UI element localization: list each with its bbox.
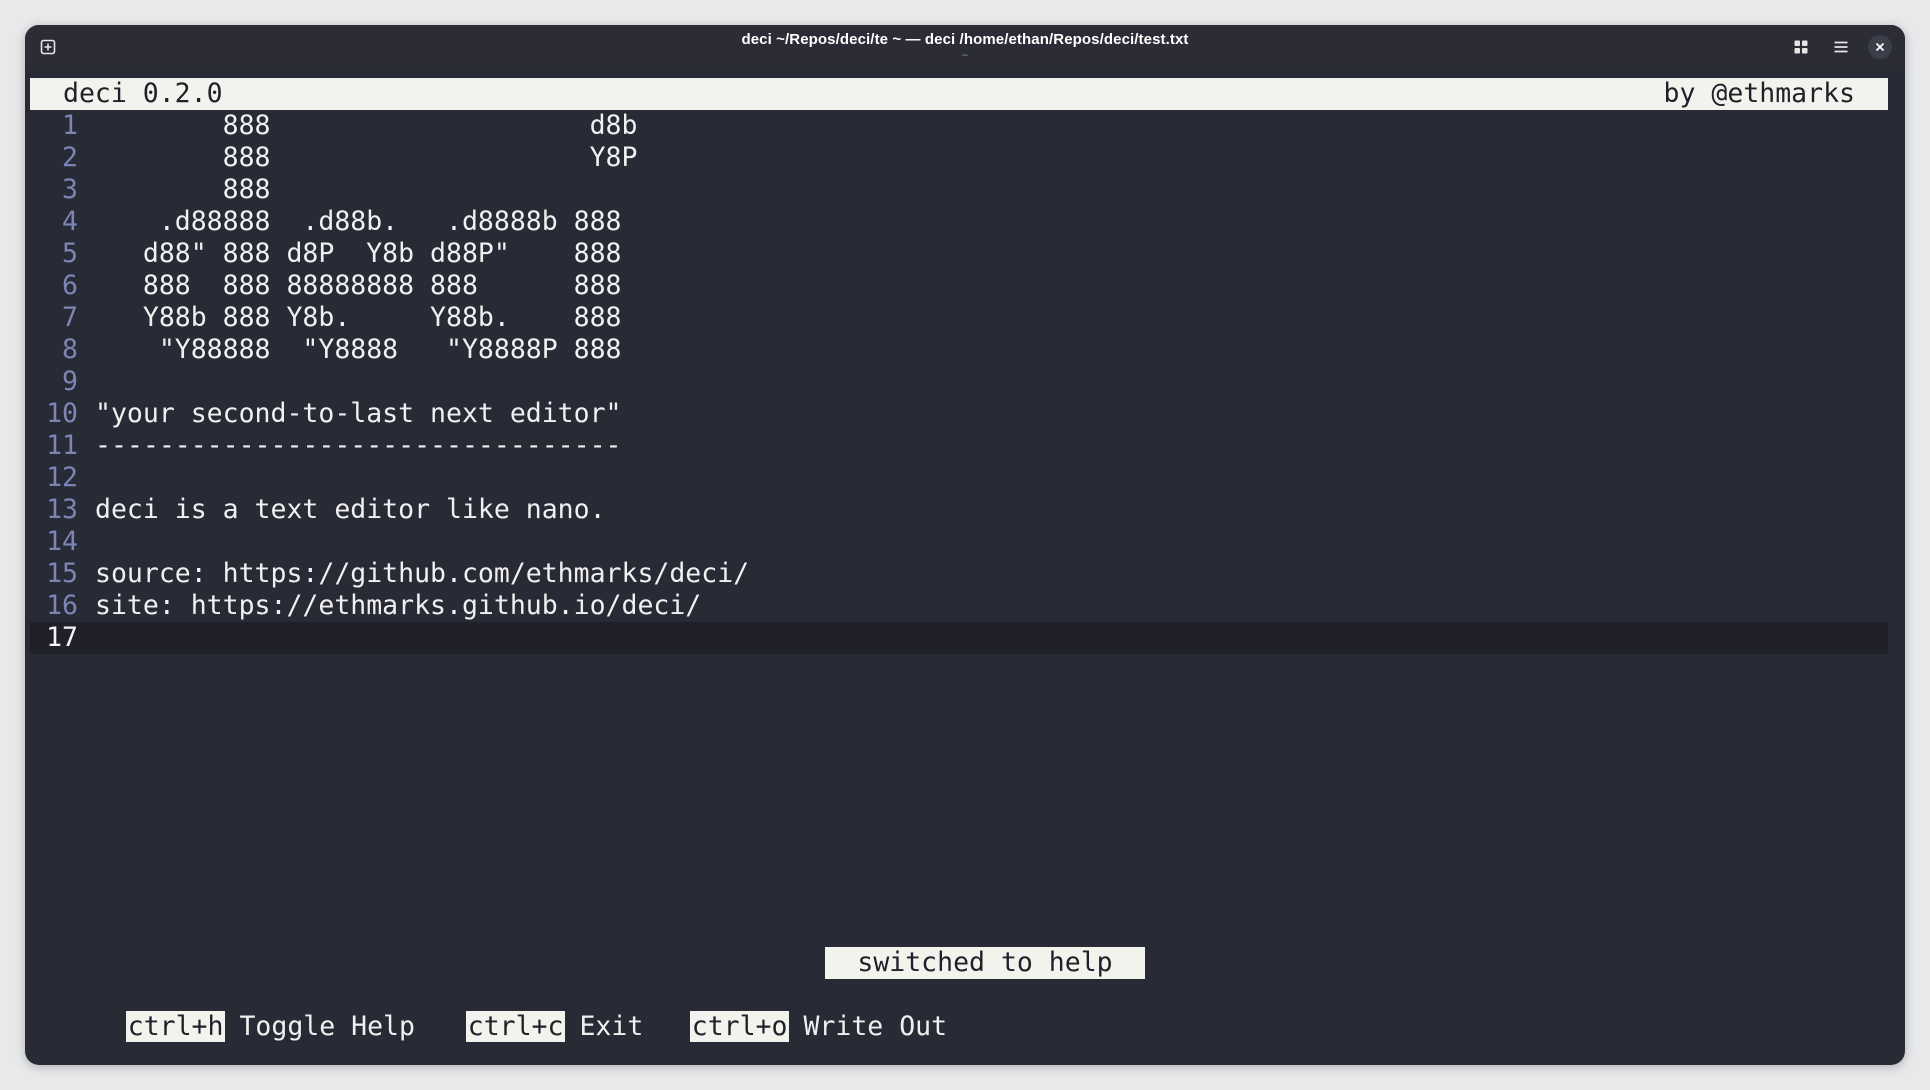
line-text[interactable]: 888 Y8P — [95, 142, 638, 174]
line-number: 14 — [46, 526, 78, 557]
editor-line[interactable]: 15 source: https://github.com/ethmarks/de… — [30, 558, 1888, 590]
editor-line[interactable]: 11 --------------------------------- — [30, 430, 1888, 462]
line-number: 16 — [46, 590, 78, 621]
shortcut-bar: ctrl+h Toggle Help ctrl+c Exit ctrl+o Write… — [30, 979, 947, 1042]
editor-header: deci 0.2.0 by @ethmarks — [30, 78, 1888, 110]
editor-line[interactable]: 1 888 d8b — [30, 110, 1888, 142]
line-text[interactable]: --------------------------------- — [95, 430, 622, 462]
line-text[interactable]: deci is a text editor like nano. — [95, 494, 606, 526]
editor-line[interactable]: 9 — [30, 366, 1888, 398]
line-text[interactable]: site: https://ethmarks.github.io/deci/ — [95, 590, 701, 622]
line-text[interactable]: "Y88888 "Y8888 "Y8888P 888 — [95, 334, 622, 366]
line-number: 12 — [46, 462, 78, 493]
line-number: 17 — [46, 622, 78, 653]
shortcut-help[interactable]: ctrl+h Toggle Help — [30, 979, 415, 1065]
editor-line[interactable]: 8 "Y88888 "Y8888 "Y8888P 888 — [30, 334, 1888, 366]
title-bar: deci ~/Repos/deci/te ~ — deci /home/etha… — [25, 25, 1905, 71]
line-number: 1 — [62, 110, 78, 141]
editor-line[interactable]: 16 site: https://ethmarks.github.io/deci/ — [30, 590, 1888, 622]
line-text[interactable]: "your second-to-last next editor" — [95, 398, 622, 430]
editor-line[interactable]: 4 .d88888 .d88b. .d8888b 888 — [30, 206, 1888, 238]
text-buffer[interactable]: 1 888 d8b 2 888 Y8P 3 888 4 .d88888 .d88b. … — [30, 110, 1888, 654]
line-number: 15 — [46, 558, 78, 589]
editor-line[interactable]: 5 d88" 888 d8P Y8b d88P" 888 — [30, 238, 1888, 270]
hamburger-menu-icon[interactable] — [1828, 34, 1854, 60]
line-text[interactable]: .d88888 .d88b. .d8888b 888 — [95, 206, 622, 238]
shortcut-key: ctrl+o — [689, 1011, 790, 1042]
editor-name: deci 0.2.0 — [63, 78, 223, 109]
shortcut-key: ctrl+c — [465, 1011, 566, 1042]
line-number: 13 — [46, 494, 78, 525]
status-message: switched to help — [825, 947, 1145, 979]
editor-line[interactable]: 17 — [30, 622, 1888, 654]
grid-icon[interactable] — [1788, 34, 1814, 60]
line-text[interactable]: source: https://github.com/ethmarks/deci… — [95, 558, 749, 590]
editor-line[interactable]: 2 888 Y8P — [30, 142, 1888, 174]
editor-line[interactable]: 6 888 888 88888888 888 888 — [30, 270, 1888, 302]
line-number: 6 — [62, 270, 78, 301]
line-text[interactable]: Y88b 888 Y8b. Y88b. 888 — [95, 302, 622, 334]
shortcut-label: Write Out — [803, 1011, 948, 1042]
line-text[interactable]: 888 — [95, 174, 271, 206]
close-icon[interactable] — [1868, 35, 1892, 59]
line-text[interactable]: 888 d8b — [95, 110, 638, 142]
line-number: 8 — [62, 334, 78, 365]
editor-line[interactable]: 12 — [30, 462, 1888, 494]
line-number: 9 — [62, 366, 78, 397]
line-text[interactable]: d88" 888 d8P Y8b d88P" 888 — [95, 238, 622, 270]
line-number: 2 — [62, 142, 78, 173]
editor-line[interactable]: 7 Y88b 888 Y8b. Y88b. 888 — [30, 302, 1888, 334]
editor-author: by @ethmarks — [1663, 78, 1855, 109]
line-number: 5 — [62, 238, 78, 269]
line-number: 10 — [46, 398, 78, 429]
window-subtitle: ~ — [961, 51, 969, 61]
editor-line[interactable]: 14 — [30, 526, 1888, 558]
window-title: deci ~/Repos/deci/te ~ — deci /home/etha… — [741, 31, 1189, 48]
line-number: 7 — [62, 302, 78, 333]
line-number: 4 — [62, 206, 78, 237]
line-text[interactable]: 888 888 88888888 888 888 — [95, 270, 622, 302]
terminal-window: deci ~/Repos/deci/te ~ — deci /home/etha… — [25, 25, 1905, 1065]
line-number: 11 — [46, 430, 78, 461]
shortcut-key: ctrl+h — [125, 1011, 226, 1042]
line-number: 3 — [62, 174, 78, 205]
editor-line[interactable]: 10 "your second-to-last next editor" — [30, 398, 1888, 430]
shortcut-write-out[interactable]: ctrl+o Write Out — [594, 979, 947, 1065]
editor-line[interactable]: 3 888 — [30, 174, 1888, 206]
editor-line[interactable]: 13 deci is a text editor like nano. — [30, 494, 1888, 526]
